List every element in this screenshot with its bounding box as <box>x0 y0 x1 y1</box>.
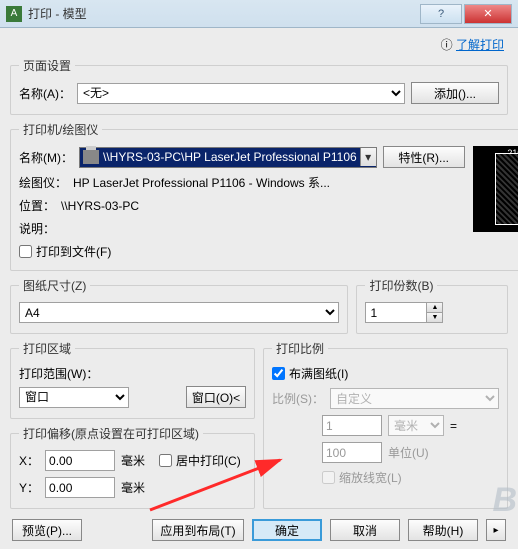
window-pick-button[interactable]: 窗口(O)< <box>186 386 246 408</box>
apply-to-layout-button[interactable]: 应用到布局(T) <box>152 519 244 541</box>
plotter-value: HP LaserJet Professional P1106 - Windows… <box>73 174 465 191</box>
offset-x-unit: 毫米 <box>121 452 145 469</box>
print-scale-legend: 打印比例 <box>272 340 328 357</box>
scale-lineweight-checkbox: 缩放线宽(L) <box>322 469 402 486</box>
close-button[interactable]: ✕ <box>464 4 512 24</box>
scale-label: 比例(S)： <box>272 390 324 407</box>
chevron-down-icon: ▾ <box>360 148 376 166</box>
scale-num1-input <box>322 415 382 436</box>
print-range-select[interactable]: 窗口 <box>19 387 129 408</box>
scale-num2-input <box>322 442 382 463</box>
window-title: 打印 - 模型 <box>28 5 420 22</box>
printer-properties-button[interactable]: 特性(R)... <box>383 146 465 168</box>
paper-size-group: 图纸尺寸(Z) A4 <box>10 277 348 334</box>
offset-y-unit: 毫米 <box>121 479 145 496</box>
paper-size-select[interactable]: A4 <box>19 302 339 323</box>
offset-x-label: X： <box>19 452 39 469</box>
offset-y-input[interactable] <box>45 477 115 498</box>
printer-group: 打印机/绘图仪 名称(M)： \\HYRS-03-PC\HP LaserJet … <box>10 121 518 271</box>
location-label: 位置： <box>19 197 55 214</box>
preview-button[interactable]: 预览(P)... <box>12 519 82 541</box>
print-range-label: 打印范围(W)： <box>19 365 246 382</box>
print-to-file-checkbox[interactable]: 打印到文件(F) <box>19 243 111 260</box>
cancel-button[interactable]: 取消 <box>330 519 400 541</box>
learn-print-link[interactable]: 了解打印 <box>456 38 504 52</box>
scale-select: 自定义 <box>330 388 499 409</box>
app-icon: A <box>6 6 22 22</box>
print-area-group: 打印区域 打印范围(W)： 窗口 窗口(O)< <box>10 340 255 419</box>
print-offset-group: 打印偏移(原点设置在可打印区域) X： 毫米 居中打印(C) Y： 毫米 <box>10 425 255 509</box>
printer-name-select[interactable]: \\HYRS-03-PC\HP LaserJet Professional P1… <box>79 147 377 168</box>
info-icon: ⓘ <box>441 38 453 52</box>
help-button[interactable]: ? <box>420 4 462 24</box>
ok-button[interactable]: 确定 <box>252 519 322 541</box>
printer-icon <box>83 150 99 164</box>
scale-unit1-select: 毫米 <box>388 415 444 436</box>
titlebar: A 打印 - 模型 ? ✕ <box>0 0 518 28</box>
description-label: 说明： <box>19 220 55 237</box>
copies-spinner[interactable]: ▲▼ <box>365 302 443 323</box>
center-print-checkbox[interactable]: 居中打印(C) <box>159 452 241 469</box>
offset-y-label: Y： <box>19 479 39 496</box>
print-offset-legend: 打印偏移(原点设置在可打印区域) <box>19 425 203 442</box>
printer-name-label: 名称(M)： <box>19 149 73 166</box>
spin-up[interactable]: ▲ <box>427 303 442 313</box>
paper-size-legend: 图纸尺寸(Z) <box>19 277 90 294</box>
fit-to-paper-checkbox[interactable]: 布满图纸(I) <box>272 365 348 382</box>
offset-x-input[interactable] <box>45 450 115 471</box>
dialog-buttons: 预览(P)... 应用到布局(T) 确定 取消 帮助(H) ▸ <box>10 515 508 543</box>
expand-button[interactable]: ▸ <box>486 519 506 541</box>
copies-group: 打印份数(B) ▲▼ <box>356 277 508 334</box>
printer-legend: 打印机/绘图仪 <box>19 121 102 138</box>
paper-preview: 210 MM 297 MM <box>473 146 518 232</box>
help-dialog-button[interactable]: 帮助(H) <box>408 519 478 541</box>
print-area-legend: 打印区域 <box>19 340 75 357</box>
page-setup-legend: 页面设置 <box>19 57 75 74</box>
add-pagesetup-button[interactable]: 添加()... <box>411 82 499 104</box>
copies-legend: 打印份数(B) <box>365 277 437 294</box>
print-scale-group: 打印比例 布满图纸(I) 比例(S)： 自定义 毫米 <box>263 340 508 509</box>
page-setup-group: 页面设置 名称(A)： <无> 添加()... <box>10 57 508 115</box>
plotter-label: 绘图仪： <box>19 174 67 191</box>
pagesetup-name-label: 名称(A)： <box>19 85 71 102</box>
spin-down[interactable]: ▼ <box>427 313 442 322</box>
location-value: \\HYRS-03-PC <box>61 199 465 213</box>
scale-unit2-label: 单位(U) <box>388 444 429 461</box>
pagesetup-name-select[interactable]: <无> <box>77 83 405 104</box>
